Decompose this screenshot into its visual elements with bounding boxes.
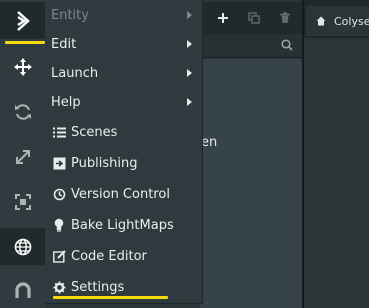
menu-item-entity[interactable]: Entity xyxy=(45,1,202,30)
left-toolbar xyxy=(0,0,45,308)
menu-item-edit[interactable]: Edit xyxy=(45,30,202,59)
logo-underline xyxy=(5,41,45,44)
submenu-arrow-icon xyxy=(187,98,192,106)
menu-item-publishing[interactable]: Publishing xyxy=(45,149,202,178)
hierarchy-header xyxy=(200,2,302,34)
world-space-button[interactable] xyxy=(0,228,45,265)
tab-scene-label: Colyse xyxy=(334,14,369,28)
scale-tool-button[interactable] xyxy=(0,138,45,175)
menu-item-label: Launch xyxy=(51,66,99,81)
menu-item-scenes[interactable]: Scenes xyxy=(45,118,202,147)
tab-scene[interactable]: Colyse xyxy=(306,6,369,36)
submenu-arrow-icon xyxy=(187,11,192,19)
menu-item-label: Settings xyxy=(71,280,125,295)
hierarchy-search[interactable] xyxy=(200,34,302,58)
menu-item-label: Publishing xyxy=(71,156,138,171)
menu-item-label: Bake LightMaps xyxy=(71,218,174,233)
hierarchy-item-text: en xyxy=(201,135,218,150)
menu-item-launch[interactable]: Launch xyxy=(45,59,202,88)
lightbulb-icon xyxy=(52,218,66,232)
menu-item-label: Scenes xyxy=(71,125,118,140)
menu-item-label: Version Control xyxy=(71,187,170,202)
menu-item-code-editor[interactable]: Code Editor xyxy=(45,242,202,271)
history-icon xyxy=(52,187,66,201)
publish-icon xyxy=(52,156,66,170)
search-icon xyxy=(281,39,293,51)
main-menu: Entity Edit Launch Help Scenes Publishin… xyxy=(45,0,203,304)
rotate-icon xyxy=(14,103,31,120)
menu-item-label: Entity xyxy=(51,8,89,23)
resize-tool-button[interactable] xyxy=(0,183,45,220)
duplicate-icon xyxy=(248,12,260,24)
logo-icon xyxy=(16,10,30,31)
list-icon xyxy=(52,125,66,139)
snap-button[interactable] xyxy=(0,272,45,308)
hierarchy-tree xyxy=(200,59,302,308)
submenu-arrow-icon xyxy=(187,69,192,77)
add-icon xyxy=(218,13,228,23)
gear-icon xyxy=(52,280,66,294)
menu-item-help[interactable]: Help xyxy=(45,88,202,117)
delete-entity-button[interactable] xyxy=(277,10,293,26)
settings-underline xyxy=(53,296,168,299)
home-icon xyxy=(316,16,326,26)
move-icon xyxy=(13,57,32,76)
resize-icon xyxy=(14,193,31,210)
submenu-arrow-icon xyxy=(187,40,192,48)
viewport[interactable] xyxy=(302,38,369,308)
menu-item-bake-lightmaps[interactable]: Bake LightMaps xyxy=(45,211,202,240)
menu-item-label: Code Editor xyxy=(71,249,147,264)
logo-menu-button[interactable] xyxy=(0,2,45,39)
edit-icon xyxy=(52,249,66,263)
menu-item-version-control[interactable]: Version Control xyxy=(45,180,202,209)
delete-icon xyxy=(280,12,290,23)
duplicate-entity-button[interactable] xyxy=(246,10,262,26)
scale-icon xyxy=(15,149,30,164)
add-entity-button[interactable] xyxy=(215,10,231,26)
move-tool-button[interactable] xyxy=(0,48,45,85)
magnet-icon xyxy=(14,281,31,298)
menu-item-label: Help xyxy=(51,95,81,110)
menu-item-label: Edit xyxy=(51,37,77,52)
world-icon xyxy=(14,238,31,255)
rotate-tool-button[interactable] xyxy=(0,93,45,130)
